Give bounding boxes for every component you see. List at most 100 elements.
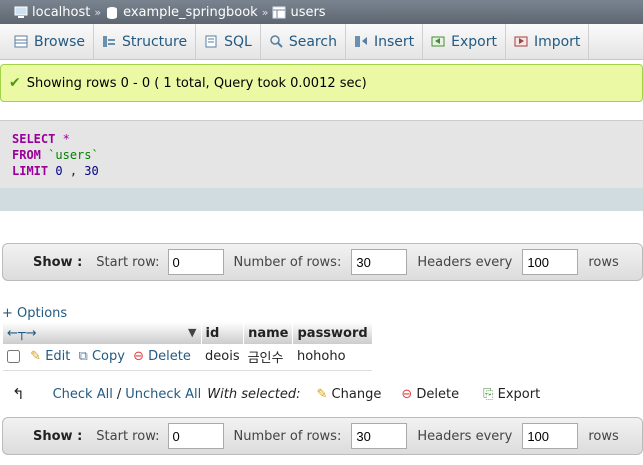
sql-table-name: `users` xyxy=(48,148,99,162)
check-separator: / xyxy=(116,386,122,402)
sql-star: * xyxy=(62,132,70,146)
row-edit-button[interactable]: ✎ Edit xyxy=(30,349,70,364)
tab-import-label: Import xyxy=(533,33,581,50)
bulk-change-label: Change xyxy=(331,386,382,402)
breadcrumb: localhost » example_springbook » users xyxy=(0,0,643,24)
bulk-change-button[interactable]: ✎ Change xyxy=(317,387,382,402)
row-delete-label: Delete xyxy=(148,349,191,365)
row-copy-label: Copy xyxy=(91,349,125,365)
breadcrumb-table-label: users xyxy=(290,4,326,20)
results-table: ←┬→ ▼ id name password ✎ Edit ⧉ Copy ⊖ D… xyxy=(3,322,373,371)
tab-structure-label: Structure xyxy=(121,33,188,50)
sort-dropdown-icon[interactable]: ▼ xyxy=(188,326,196,339)
bulk-delete-label: Delete xyxy=(416,386,460,402)
rows-label-bottom: rows xyxy=(588,428,619,444)
check-all-link[interactable]: Check All xyxy=(53,387,113,402)
tab-sql[interactable]: SQL xyxy=(196,24,261,59)
tab-export-label: Export xyxy=(451,33,497,50)
breadcrumb-database[interactable]: example_springbook xyxy=(105,5,258,20)
delete-icon: ⊖ xyxy=(133,349,144,365)
headers-every-label: Headers every xyxy=(417,254,513,270)
edit-pencil-icon: ✎ xyxy=(30,349,42,365)
tab-search-label: Search xyxy=(288,33,337,50)
tab-structure[interactable]: Structure xyxy=(94,24,197,59)
headers-every-input-bottom[interactable] xyxy=(522,423,579,449)
breadcrumb-database-label: example_springbook xyxy=(123,4,258,20)
cell-name[interactable]: 금인수 xyxy=(243,344,293,371)
tab-bar: Browse Structure SQL Search Insert Expor… xyxy=(0,24,643,60)
export-icon xyxy=(431,36,445,47)
column-header-id[interactable]: id xyxy=(201,322,245,344)
num-rows-label: Number of rows: xyxy=(233,254,342,270)
num-rows-input-bottom[interactable] xyxy=(351,423,408,449)
bulk-actions: ↰ Check All / Uncheck All With selected:… xyxy=(0,380,643,408)
column-header-name[interactable]: name xyxy=(243,322,294,344)
browse-icon xyxy=(14,35,28,48)
tab-search[interactable]: Search xyxy=(261,24,346,59)
sql-query-box: SELECT * FROM `users` LIMIT 0 , 30 xyxy=(0,120,643,211)
sql-comma: , xyxy=(69,164,78,178)
row-checkbox[interactable] xyxy=(7,350,20,364)
row-edit-label: Edit xyxy=(45,349,71,365)
show-button[interactable]: Show : xyxy=(33,255,82,270)
tab-import[interactable]: Import xyxy=(506,24,590,59)
table-header-row: ←┬→ ▼ id name password xyxy=(3,322,373,344)
success-message-text: Showing rows 0 - 0 ( 1 total, Query took… xyxy=(26,75,367,91)
show-button-bottom[interactable]: Show : xyxy=(33,429,82,444)
tab-export[interactable]: Export xyxy=(423,24,506,59)
breadcrumb-separator: » xyxy=(261,5,269,19)
row-copy-button[interactable]: ⧉ Copy xyxy=(79,349,125,364)
bulk-delete-icon: ⊖ xyxy=(401,386,413,402)
column-header-password[interactable]: password xyxy=(292,322,373,344)
tab-sql-label: SQL xyxy=(224,33,252,50)
server-icon xyxy=(14,6,28,18)
breadcrumb-server[interactable]: localhost xyxy=(14,5,90,20)
breadcrumb-table[interactable]: users xyxy=(272,4,326,20)
row-actions: ✎ Edit ⧉ Copy ⊖ Delete xyxy=(3,344,201,371)
sql-query-footer xyxy=(0,188,643,211)
tab-browse-label: Browse xyxy=(34,33,85,50)
database-icon xyxy=(107,6,118,19)
cell-password[interactable]: hohoho xyxy=(292,344,373,371)
structure-icon xyxy=(102,36,115,47)
breadcrumb-server-label: localhost xyxy=(32,4,91,20)
tab-insert-label: Insert xyxy=(373,33,415,50)
check-icon: ✔ xyxy=(9,75,21,91)
start-row-input-bottom[interactable] xyxy=(167,423,224,449)
column-resize-arrows-icon[interactable]: ←┬→ xyxy=(7,326,37,341)
num-rows-label-bottom: Number of rows: xyxy=(233,428,342,444)
bulk-export-label: Export xyxy=(497,386,541,402)
tab-insert[interactable]: Insert xyxy=(346,24,424,59)
sql-keyword-select: SELECT xyxy=(12,132,56,146)
change-pencil-icon: ✎ xyxy=(316,386,328,402)
start-row-input[interactable] xyxy=(167,249,224,275)
headers-every-input[interactable] xyxy=(522,249,579,275)
insert-icon xyxy=(354,36,367,47)
column-controls-header: ←┬→ ▼ xyxy=(3,322,202,344)
table-icon xyxy=(272,6,286,18)
row-delete-button[interactable]: ⊖ Delete xyxy=(133,349,191,364)
start-row-label-bottom: Start row: xyxy=(96,428,160,444)
tab-browse[interactable]: Browse xyxy=(0,24,94,59)
sql-keyword-from: FROM xyxy=(12,148,41,162)
options-link[interactable]: + Options xyxy=(2,306,67,321)
nav-row-bottom: Show : Start row: Number of rows: Header… xyxy=(2,417,643,455)
table-row: ✎ Edit ⧉ Copy ⊖ Delete deois 금인수 hohoho xyxy=(3,344,373,371)
arrow-up-left-icon: ↰ xyxy=(12,385,25,403)
copy-icon: ⧉ xyxy=(78,349,88,365)
sql-icon xyxy=(205,35,217,48)
breadcrumb-separator: » xyxy=(94,5,102,19)
search-icon xyxy=(270,35,283,48)
sql-count: 30 xyxy=(84,164,99,178)
sql-query-text: SELECT * FROM `users` LIMIT 0 , 30 xyxy=(12,131,99,179)
nav-row-top: Show : Start row: Number of rows: Header… xyxy=(2,243,643,281)
uncheck-all-link[interactable]: Uncheck All xyxy=(125,387,201,402)
num-rows-input[interactable] xyxy=(351,249,408,275)
success-message: ✔ Showing rows 0 - 0 ( 1 total, Query to… xyxy=(0,64,643,102)
cell-id[interactable]: deois xyxy=(201,344,244,371)
with-selected-label: With selected: xyxy=(207,386,301,402)
bulk-export-button[interactable]: ⎘ Export xyxy=(483,387,540,402)
start-row-label: Start row: xyxy=(96,254,160,270)
bulk-export-icon: ⎘ xyxy=(483,386,494,402)
bulk-delete-button[interactable]: ⊖ Delete xyxy=(401,387,459,402)
